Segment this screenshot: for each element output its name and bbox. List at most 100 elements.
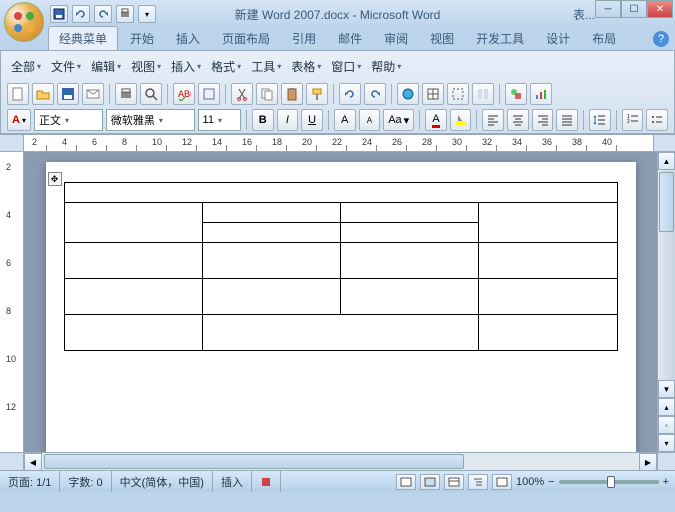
tab-classic-menu[interactable]: 经典菜单 [48,26,118,50]
vertical-scrollbar[interactable]: ▲ ▼ ▴ ◦ ▾ [657,152,675,452]
font-color-button[interactable]: A [425,109,447,131]
minimize-button[interactable]: ─ [595,0,621,18]
zoom-in-button[interactable]: + [663,476,669,488]
menu-window[interactable]: 窗口▾ [327,56,365,77]
menu-edit[interactable]: 编辑▾ [87,56,125,77]
status-macro[interactable] [252,471,281,492]
research-button[interactable] [198,83,220,105]
scroll-up-button[interactable]: ▲ [658,152,675,170]
menu-file[interactable]: 文件▾ [47,56,85,77]
tab-references[interactable]: 引用 [282,27,326,50]
status-insert-mode[interactable]: 插入 [213,471,252,492]
document-table[interactable] [64,182,618,351]
align-left-button[interactable] [482,109,504,131]
highlight-button[interactable] [450,109,472,131]
menu-help[interactable]: 帮助▾ [367,56,405,77]
scroll-track[interactable] [658,170,675,380]
align-right-button[interactable] [532,109,554,131]
browse-object-button[interactable]: ◦ [658,416,675,434]
tab-design[interactable]: 设计 [536,27,580,50]
new-button[interactable] [7,83,29,105]
tab-review[interactable]: 审阅 [374,27,418,50]
vertical-ruler[interactable]: 24681012 [0,152,24,452]
style-indicator[interactable]: A▾ [7,109,31,131]
horizontal-ruler[interactable]: 246810121416182022242628303234363840 [24,135,653,151]
borders-button[interactable] [447,83,469,105]
tab-layout[interactable]: 布局 [582,27,626,50]
office-button[interactable] [4,2,44,42]
view-outline-button[interactable] [468,474,488,490]
table-move-handle-icon[interactable]: ✥ [48,172,62,186]
undo-button-tb[interactable] [339,83,361,105]
bold-button[interactable]: B [252,109,274,131]
tab-mailings[interactable]: 邮件 [328,27,372,50]
view-print-layout-button[interactable] [396,474,416,490]
scroll-down-button[interactable]: ▼ [658,380,675,398]
redo-button-tb[interactable] [364,83,386,105]
cut-button[interactable] [231,83,253,105]
bullets-button[interactable] [646,109,668,131]
grow-font-button[interactable]: A [334,109,356,131]
spellcheck-button[interactable]: ABC [173,83,195,105]
zoom-out-button[interactable]: − [548,476,554,488]
undo-button[interactable] [72,5,90,23]
chart-button[interactable] [530,83,552,105]
shrink-font-button[interactable]: A [359,109,381,131]
copy-button[interactable] [256,83,278,105]
style-combo[interactable]: 正文▾ [34,109,103,131]
status-page[interactable]: 页面: 1/1 [0,471,60,492]
format-painter-button[interactable] [306,83,328,105]
next-page-button[interactable]: ▾ [658,434,675,452]
print-button[interactable] [116,5,134,23]
tab-home[interactable]: 开始 [120,27,164,50]
print-button-tb[interactable] [115,83,137,105]
align-center-button[interactable] [507,109,529,131]
scroll-thumb[interactable] [659,172,674,232]
redo-button[interactable] [94,5,112,23]
italic-button[interactable]: I [277,109,299,131]
change-case-button[interactable]: Aa▾ [383,109,414,131]
status-words[interactable]: 字数: 0 [60,471,111,492]
scroll-right-button[interactable]: ▶ [639,453,657,471]
hyperlink-button[interactable] [397,83,419,105]
menu-view[interactable]: 视图▾ [127,56,165,77]
status-language[interactable]: 中文(简体，中国) [112,471,213,492]
close-button[interactable]: ✕ [647,0,673,18]
align-justify-button[interactable] [556,109,578,131]
columns-button[interactable] [472,83,494,105]
prev-page-button[interactable]: ▴ [658,398,675,416]
preview-button[interactable] [140,83,162,105]
tab-page-layout[interactable]: 页面布局 [212,27,280,50]
tab-insert[interactable]: 插入 [166,27,210,50]
menu-format[interactable]: 格式▾ [207,56,245,77]
numbering-button[interactable]: 12 [622,109,644,131]
menu-tools[interactable]: 工具▾ [247,56,285,77]
hscroll-thumb[interactable] [44,454,464,469]
open-button[interactable] [32,83,54,105]
menu-table[interactable]: 表格▾ [287,56,325,77]
help-icon[interactable]: ? [653,31,669,47]
menu-insert[interactable]: 插入▾ [167,56,205,77]
maximize-button[interactable]: ☐ [621,0,647,18]
scroll-left-button[interactable]: ◀ [24,453,42,471]
font-size-combo[interactable]: 11▾ [198,109,241,131]
qat-customize-button[interactable]: ▾ [138,5,156,23]
save-button-tb[interactable] [57,83,79,105]
view-full-screen-button[interactable] [420,474,440,490]
drawing-button[interactable] [505,83,527,105]
zoom-thumb[interactable] [607,476,615,488]
document-canvas[interactable]: ✥ [24,152,657,452]
tab-view[interactable]: 视图 [420,27,464,50]
zoom-level[interactable]: 100% [516,476,544,488]
mail-button[interactable] [82,83,104,105]
view-web-layout-button[interactable] [444,474,464,490]
font-combo[interactable]: 微软雅黑▾ [106,109,195,131]
horizontal-scrollbar[interactable]: ◀ ▶ [24,453,657,470]
save-button[interactable] [50,5,68,23]
hscroll-track[interactable] [42,453,639,470]
zoom-slider[interactable] [559,480,659,484]
tab-developer[interactable]: 开发工具 [466,27,534,50]
view-draft-button[interactable] [492,474,512,490]
underline-button[interactable]: U [301,109,323,131]
table-button[interactable] [422,83,444,105]
